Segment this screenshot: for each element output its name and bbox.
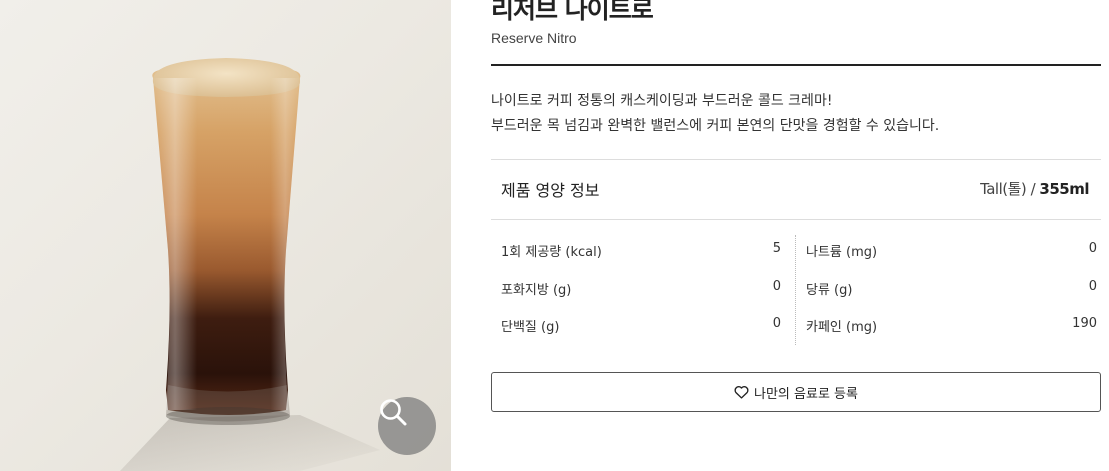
- nutrient-label: 나트륨 (mg): [806, 245, 878, 260]
- nutrient-label: 포화지방 (g): [501, 282, 572, 298]
- nutrition-row: 당류 (g) 0: [796, 268, 1097, 306]
- title-divider: [491, 64, 1101, 66]
- volume-value: 355ml: [1039, 180, 1089, 198]
- description-line: 나이트로 커피 정통의 캐스케이딩과 부드러운 콜드 크레마!: [491, 93, 833, 109]
- nutrition-table: 1회 제공량 (kcal) 5 포화지방 (g) 0 단백질 (g) 0 나트륨…: [491, 230, 1101, 350]
- nutrient-label: 카페인 (mg): [806, 320, 878, 335]
- nutrition-header: 제품 영양 정보 Tall(톨) / 355ml: [491, 159, 1101, 219]
- nutrient-label: 1회 제공량 (kcal): [501, 245, 602, 260]
- product-description: 나이트로 커피 정통의 캐스케이딩과 부드러운 콜드 크레마! 부드러운 목 넘…: [491, 89, 1101, 139]
- nutrient-value: 0: [1088, 278, 1097, 294]
- nutrient-value: 190: [1072, 316, 1097, 331]
- nutrition-column-right: 나트륨 (mg) 0 당류 (g) 0 카페인 (mg) 190: [796, 230, 1097, 343]
- product-detail-page: 리저브 나이트로 Reserve Nitro 나이트로 커피 정통의 캐스케이딩…: [0, 0, 1109, 471]
- product-english-name: Reserve Nitro: [491, 30, 577, 46]
- nutrition-row: 나트륨 (mg) 0: [796, 230, 1097, 268]
- add-to-my-drinks-button[interactable]: 나만의 음료로 등록: [491, 372, 1101, 412]
- nutrient-label: 당류 (g): [806, 282, 853, 298]
- add-to-my-drinks-label: 나만의 음료로 등록: [754, 386, 858, 402]
- serving-size: Tall(톨) / 355ml: [980, 178, 1089, 199]
- nutrition-title: 제품 영양 정보: [501, 181, 600, 200]
- nutrient-value: 0: [772, 278, 781, 294]
- description-line: 부드러운 목 넘김과 완벽한 밸런스에 커피 본연의 단맛을 경험할 수 있습니…: [491, 118, 940, 134]
- nutrition-row: 포화지방 (g) 0: [491, 268, 781, 306]
- nutrition-column-left: 1회 제공량 (kcal) 5 포화지방 (g) 0 단백질 (g) 0: [491, 230, 781, 343]
- size-separator: /: [1030, 180, 1036, 198]
- product-image: [0, 0, 451, 471]
- nutrition-row: 카페인 (mg) 190: [796, 305, 1097, 343]
- product-name: 리저브 나이트로: [491, 0, 654, 24]
- nutrient-value: 5: [772, 241, 781, 256]
- nutrient-value: 0: [772, 316, 781, 331]
- zoom-button[interactable]: [378, 397, 436, 455]
- nutrient-value: 0: [1088, 241, 1097, 256]
- heart-outline-icon: [734, 385, 749, 399]
- nutrient-label: 단백질 (g): [501, 320, 560, 335]
- divider: [491, 219, 1101, 220]
- nutrition-row: 1회 제공량 (kcal) 5: [491, 230, 781, 268]
- size-label: Tall(톨): [980, 180, 1027, 198]
- nutrition-row: 단백질 (g) 0: [491, 305, 781, 343]
